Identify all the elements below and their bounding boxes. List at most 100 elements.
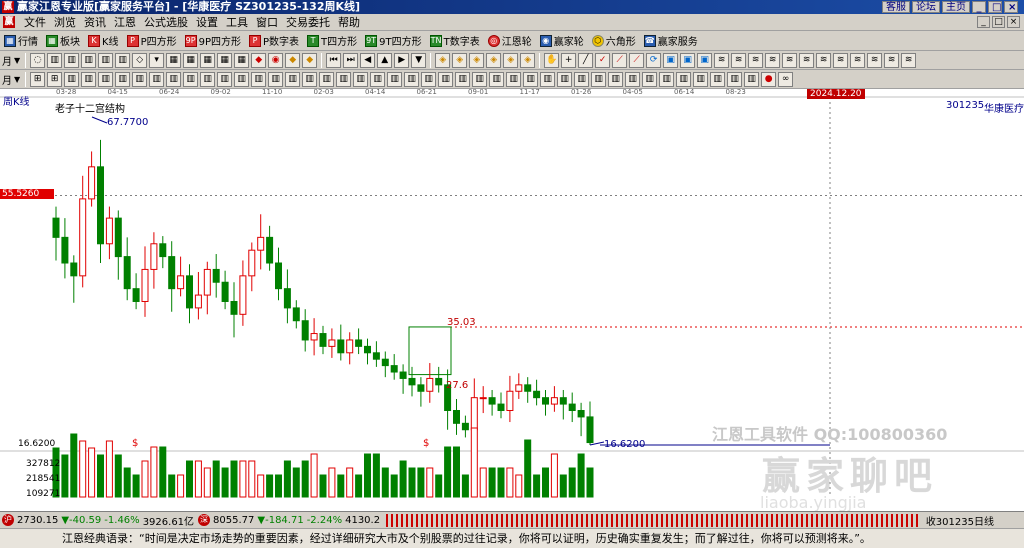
minimize-button[interactable]: _ [972, 1, 986, 13]
bars-tool-icon[interactable]: ▥ [81, 71, 97, 87]
bars-tool-icon[interactable]: ▥ [115, 52, 131, 68]
bars-tool-icon[interactable]: ▥ [727, 71, 743, 87]
wave-tool-icon[interactable]: ≋ [816, 52, 832, 68]
bars-tool-icon[interactable]: ▥ [217, 71, 233, 87]
menu-tools[interactable]: 工具 [222, 14, 252, 31]
t-number-table-button[interactable]: TN T数字表 [426, 32, 484, 50]
bars-tool-icon[interactable]: ▥ [251, 71, 267, 87]
wave-tool-icon[interactable]: ≋ [765, 52, 781, 68]
document-icon[interactable]: 赢 [3, 16, 15, 28]
menu-settings[interactable]: 设置 [192, 14, 222, 31]
wave-tool-icon[interactable]: ≋ [884, 52, 900, 68]
home-link[interactable]: 主页 [942, 1, 970, 13]
hexagon-button[interactable]: ⬡ 六角形 [588, 32, 640, 50]
9t-square-button[interactable]: 9T 9T四方形 [361, 32, 425, 50]
bars-tool-icon[interactable]: ▥ [268, 71, 284, 87]
winner-service-button[interactable]: ☎ 赢家服务 [640, 32, 702, 50]
bars-tool-icon[interactable]: ▥ [693, 71, 709, 87]
t-square-button[interactable]: T T四方形 [303, 32, 361, 50]
circle-tool-icon[interactable]: ◉ [268, 52, 284, 68]
wave-tool-icon[interactable]: ≋ [748, 52, 764, 68]
bars-tool-icon[interactable]: ▥ [353, 71, 369, 87]
bars-tool-icon[interactable]: ▥ [387, 71, 403, 87]
bars-tool-icon[interactable]: ▥ [149, 71, 165, 87]
gann-dot-icon[interactable]: ◈ [486, 52, 502, 68]
kline-button[interactable]: K K线 [84, 32, 123, 50]
bars-tool-icon[interactable]: ▥ [557, 71, 573, 87]
mdi-restore-button[interactable]: □ [992, 16, 1005, 28]
period-select[interactable]: 月 ▼ [0, 51, 22, 69]
bars-tool-icon[interactable]: ▥ [200, 71, 216, 87]
bars-tool-icon[interactable]: ▥ [64, 52, 80, 68]
bars-tool-icon[interactable]: ▥ [285, 71, 301, 87]
bars-tool-icon[interactable]: ▥ [625, 71, 641, 87]
line-tool-icon[interactable]: ╱ [578, 52, 594, 68]
grid-tool-icon[interactable]: ▦ [183, 52, 199, 68]
square-tool-icon[interactable]: ▣ [697, 52, 713, 68]
gann-dot-icon[interactable]: ◈ [520, 52, 536, 68]
right-arrow-icon[interactable]: ▶ [394, 52, 410, 68]
bars-tool-icon[interactable]: ▥ [506, 71, 522, 87]
crosshair-icon[interactable]: + [561, 52, 577, 68]
bars-tool-icon[interactable]: ▥ [370, 71, 386, 87]
menu-window[interactable]: 窗口 [252, 14, 282, 31]
grid-tool-icon[interactable]: ▦ [166, 52, 182, 68]
bars-tool-icon[interactable]: ▥ [574, 71, 590, 87]
wave-tool-icon[interactable]: ≋ [782, 52, 798, 68]
forum-link[interactable]: 论坛 [912, 1, 940, 13]
customer-service-link[interactable]: 客服 [882, 1, 910, 13]
bars-tool-icon[interactable]: ▥ [591, 71, 607, 87]
menu-gann[interactable]: 江恩 [110, 14, 140, 31]
fan-tool-icon[interactable]: ⟋ [629, 52, 645, 68]
infinity-icon[interactable]: ∞ [778, 71, 794, 87]
gann-wheel-button[interactable]: ◎ 江恩轮 [484, 32, 536, 50]
bars-tool-icon[interactable]: ▥ [81, 52, 97, 68]
fan-tool-icon[interactable]: ⟋ [612, 52, 628, 68]
first-icon[interactable]: ⏮ [326, 52, 342, 68]
9p-square-button[interactable]: 9P 9P四方形 [181, 32, 245, 50]
cycle-tool-icon[interactable]: ⟳ [646, 52, 662, 68]
gann-dot-icon[interactable]: ◈ [435, 52, 451, 68]
quotes-button[interactable]: ▦ 行情 [0, 32, 42, 50]
bars-tool-icon[interactable]: ▥ [319, 71, 335, 87]
bars-tool-icon[interactable]: ▥ [659, 71, 675, 87]
bars-tool-icon[interactable]: ▥ [455, 71, 471, 87]
bars-tool-icon[interactable]: ▥ [710, 71, 726, 87]
wave-tool-icon[interactable]: ≋ [833, 52, 849, 68]
winner-wheel-button[interactable]: ◉ 赢家轮 [536, 32, 588, 50]
mdi-minimize-button[interactable]: _ [977, 16, 990, 28]
menu-trade[interactable]: 交易委托 [282, 14, 334, 31]
left-arrow-icon[interactable]: ◀ [360, 52, 376, 68]
up-arrow-icon[interactable]: ▲ [377, 52, 393, 68]
shenzhen-index[interactable]: 深 8055.77 ▼-184.71 -2.24% 4130.2 [196, 514, 382, 526]
bars-tool-icon[interactable]: ▥ [98, 52, 114, 68]
wave-tool-icon[interactable]: ≋ [850, 52, 866, 68]
bars-tool-icon[interactable]: ▥ [676, 71, 692, 87]
gann-dot-icon[interactable]: ◈ [503, 52, 519, 68]
bars-tool-icon[interactable]: ▥ [115, 71, 131, 87]
bars-tool-icon[interactable]: ▥ [523, 71, 539, 87]
close-button[interactable]: × [1004, 1, 1018, 13]
color-wheel-icon[interactable]: ● [761, 71, 777, 87]
menu-formula-screen[interactable]: 公式选股 [140, 14, 192, 31]
bars-tool-icon[interactable]: ▥ [98, 71, 114, 87]
bars-tool-icon[interactable]: ▥ [47, 52, 63, 68]
maximize-button[interactable]: □ [988, 1, 1002, 13]
grid-tool-icon[interactable]: ▦ [217, 52, 233, 68]
bars-tool-icon[interactable]: ▥ [64, 71, 80, 87]
grid-tool-icon[interactable]: ▦ [200, 52, 216, 68]
dropdown-icon[interactable]: ▾ [149, 52, 165, 68]
menu-browse[interactable]: 浏览 [50, 14, 80, 31]
bars-tool-icon[interactable]: ▥ [642, 71, 658, 87]
wave-tool-icon[interactable]: ≋ [731, 52, 747, 68]
wave-tool-icon[interactable]: ≋ [867, 52, 883, 68]
chart-area[interactable]: 周K线 老子十二宫结构 301235 华康医疗 2024.12.20 55.52… [0, 88, 1024, 512]
bars-tool-icon[interactable]: ▥ [489, 71, 505, 87]
bars-tool-icon[interactable]: ▥ [438, 71, 454, 87]
mdi-close-button[interactable]: × [1007, 16, 1020, 28]
diamond-tool-icon[interactable]: ◇ [132, 52, 148, 68]
check-tool-icon[interactable]: ✓ [595, 52, 611, 68]
bars-tool-icon[interactable]: ▥ [336, 71, 352, 87]
p-square-button[interactable]: P P四方形 [123, 32, 181, 50]
bars-tool-icon[interactable]: ▥ [421, 71, 437, 87]
